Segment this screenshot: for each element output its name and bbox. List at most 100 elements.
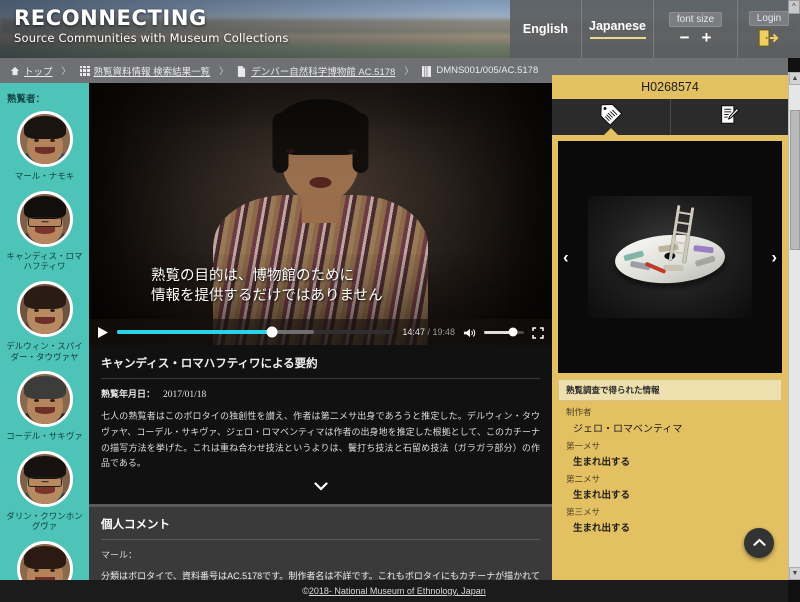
reviewer-name: マール・ナモキ [14,171,75,181]
object-id-badge: H0268574 [552,75,788,99]
page-root: RECONNECTING Source Communities with Mus… [0,0,800,602]
login-door-icon [758,29,780,47]
avatar [16,371,73,428]
header-controls: English Japanese font size − + Login [510,0,800,58]
lang-japanese-button[interactable]: Japanese [582,0,654,58]
avatar [16,450,73,507]
avatar [16,190,73,247]
volume-icon[interactable] [463,326,476,338]
document-icon [237,65,247,77]
object-field: 第三メサ 生まれ出する [558,501,782,534]
site-subtitle: Source Communities with Museum Collectio… [14,31,289,45]
breadcrumb-item-museum[interactable]: デンバー自然科学博物館 AC.5178 [237,64,395,78]
video-player[interactable]: 熟覧の目的は、博物館のために 情報を提供するだけではありません 14:47 / … [89,83,552,345]
reviewers-title: 熟覧者： [7,94,46,105]
progress-scrubber[interactable] [117,326,395,338]
object-field-value: 生まれ出する [573,490,631,501]
breadcrumb-item-search-results[interactable]: 熟覧資料情報 検索結果一覧 [79,64,211,78]
reviewer-item[interactable] [0,541,89,580]
lang-english-button[interactable]: English [510,0,582,58]
review-date-value: 2017/01/18 [163,390,207,400]
scrollbar-down-arrow[interactable]: ▼ [789,567,800,580]
breadcrumb-label-current: DMNS001/005/AC.5178 [436,65,539,76]
reviewer-name: コーデル・サキヴァ [6,431,83,442]
breadcrumb-label-museum: デンバー自然科学博物館 AC.5178 [251,66,396,78]
chevron-down-icon [314,478,328,491]
breadcrumb-label-search-results: 熟覧資料情報 検索結果一覧 [93,66,211,78]
object-panel-body: ‹ › 熟覧調査で得られた情報 制作者 ジェロ・ロマベンティマ 第一メサ 生まれ… [552,135,788,580]
object-field: 第二メサ 生まれ出する [558,468,782,501]
comment-body: 分類はボロタイで、資料番号はAC.5178です。制作者名は不詳です。これもボロタ… [101,571,540,580]
font-size-control: font size − + [654,0,738,58]
site-header: RECONNECTING Source Communities with Mus… [0,0,800,58]
object-photo [588,196,752,318]
main-content: 熟覧の目的は、博物館のために 情報を提供するだけではありません 14:47 / … [89,83,552,580]
object-image-viewer[interactable]: ‹ › [558,141,782,373]
volume-slider[interactable] [484,327,524,337]
next-image-button[interactable]: › [771,249,777,266]
video-controls: 14:47 / 19:48 [89,319,552,345]
summary-body: 七人の熟覧者はこのボロタイの独創性を讃え、作者は第二メサ出身であろうと推定した。… [101,411,540,469]
fullscreen-icon[interactable] [532,326,544,339]
page-scrollbar[interactable]: ▲ ▼ [788,72,800,580]
reviewer-item[interactable]: コーデル・サキヴァ [0,371,89,442]
avatar [16,280,73,337]
object-section-heading: 熟覧調査で得られた情報 [558,379,782,401]
play-icon[interactable] [97,326,109,339]
summary-expand-button[interactable] [101,472,540,504]
summary-heading: キャンディス・ロマハフティワによる要約 [101,355,540,379]
object-field: 制作者 ジェロ・ロマベンティマ [558,401,782,435]
site-footer: © 2018- National Museum of Ethnology, Ja… [0,580,788,602]
review-date-label: 熟覧年月日： [101,389,156,399]
reviewer-item[interactable]: マール・ナモキ [0,111,89,182]
site-branding: RECONNECTING Source Communities with Mus… [14,6,289,45]
object-detail-panel: H0268574 ‹ › 熟覧調査で得られた情報 制作者 ジェロ・ロマベンティマ… [552,75,788,580]
tab-object-info[interactable] [552,99,671,135]
copyright-text: 2018- National Museum of Ethnology, Japa… [308,586,486,596]
scrollbar-up-cap[interactable]: ^ [788,0,800,14]
progress-played [117,330,273,334]
reviewer-name: キャンディス・ロマハフティワ [6,250,83,272]
lang-japanese-label: Japanese [589,19,646,33]
scroll-to-top-button[interactable] [744,528,774,558]
comment-author: マール： [101,550,138,560]
font-size-label: font size [668,12,723,27]
scrollbar-up-arrow[interactable]: ▲ [789,72,800,85]
breadcrumb-separator: 〉 [61,66,71,76]
object-field-value: 生まれ出する [573,457,631,468]
reviewer-name: デルウィン・スパイダー・タウヴァヤ [6,340,83,362]
comment-heading: 個人コメント [101,516,540,540]
total-time: 19:48 [432,327,455,337]
reviewer-item[interactable]: デルウィン・スパイダー・タウヴァヤ [0,280,89,362]
object-field-value: 生まれ出する [573,523,631,534]
video-subtitle: 熟覧の目的は、博物館のために 情報を提供するだけではありません [89,266,552,307]
chevron-up-icon [752,534,766,552]
video-timecode: 14:47 / 19:48 [402,327,455,337]
reviewer-item[interactable]: ダリン・クワンホングヴァ [0,450,89,532]
personal-comment-panel: 個人コメント マール： 分類はボロタイで、資料番号はAC.5178です。制作者名… [89,507,552,580]
book-icon [422,65,432,77]
object-field-value: ジェロ・ロマベンティマ [573,424,683,435]
subtitle-line-1: 熟覧の目的は、博物館のために [151,267,354,284]
reviewers-sidebar: 熟覧者： マール・ナモキ キャンディス・ロマハフティワ デルウィン・スパイダー・… [0,83,89,580]
breadcrumb-separator-3: 〉 [404,66,414,76]
notes-edit-icon [719,104,740,130]
reviewer-item[interactable]: キャンディス・ロマハフティワ [0,190,89,272]
prev-image-button[interactable]: ‹ [563,249,569,266]
login-label: Login [748,11,790,26]
volume-handle[interactable] [508,327,518,337]
progress-handle[interactable] [266,326,278,338]
tab-object-notes[interactable] [671,99,789,135]
tag-icon [599,103,623,132]
scrollbar-thumb[interactable] [790,110,800,250]
subtitle-line-2: 情報を提供するだけではありません [151,288,383,305]
avatar [16,541,73,580]
site-title: RECONNECTING [14,6,207,30]
review-date-row: 熟覧年月日： 2017/01/18 [101,387,540,400]
font-size-increase-button[interactable]: + [702,29,712,46]
font-size-decrease-button[interactable]: − [680,29,690,46]
breadcrumb-item-top[interactable]: トップ [10,64,53,78]
current-time: 14:47 [402,327,425,337]
object-field-label: 第一メサ [566,441,601,451]
object-field-label: 第三メサ [566,507,601,517]
